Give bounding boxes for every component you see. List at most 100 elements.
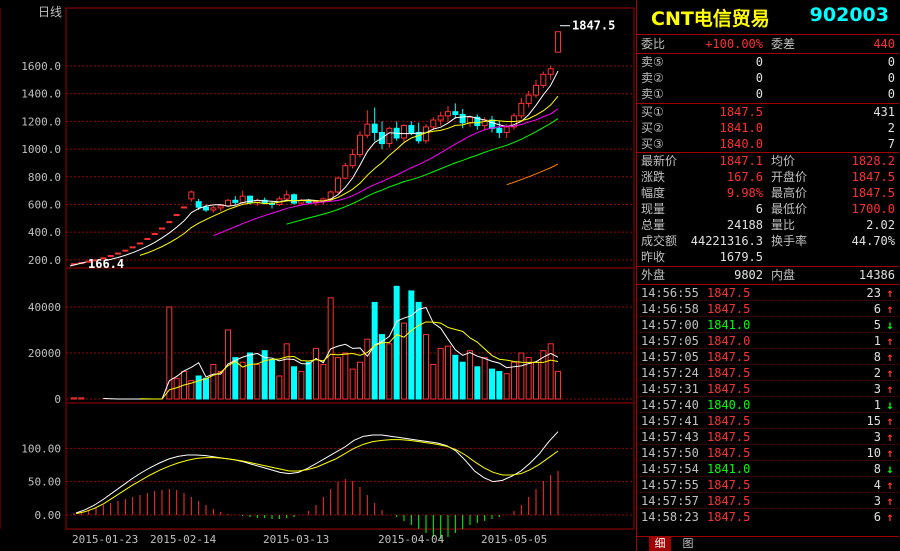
tick-price: 1841.0	[707, 462, 751, 476]
stock-code: 902003	[809, 4, 889, 26]
volume-bar	[283, 343, 290, 400]
tick-row[interactable]: 14:57:57 1847.5 3 ↑	[637, 493, 899, 509]
volume-bar	[437, 347, 444, 400]
sell-level-row: 卖⑤ 0 0	[637, 54, 899, 70]
candle-body	[349, 154, 356, 167]
tick-time: 14:56:55	[641, 286, 699, 300]
stock-title-bar: CNT电信贸易 902003	[637, 0, 900, 35]
stat-label-2: 最低价	[771, 202, 808, 216]
stat-label: 幅度	[641, 186, 666, 200]
arrow-up-icon: ↑	[886, 494, 894, 508]
volume-bar	[533, 361, 539, 400]
stat-value-2: 1847.5	[851, 170, 895, 184]
price-tick-label: 400.0	[28, 226, 61, 239]
tick-row[interactable]: 14:57:40 1840.0 1 ↓	[637, 397, 899, 413]
tick-row[interactable]: 14:57:31 1847.5 3 ↑	[637, 381, 899, 397]
stock-name: CNT电信贸易	[651, 8, 770, 30]
candle-body	[122, 249, 129, 252]
inner-value: 14386	[858, 268, 895, 282]
volume-bar	[357, 361, 363, 400]
candle-body	[342, 165, 349, 179]
stat-value: 1679.5	[719, 250, 763, 264]
weibi-value: +100.00%	[705, 37, 763, 51]
volume-bar	[555, 370, 561, 400]
sell-level-row: 卖① 0 0	[637, 86, 899, 102]
date-tick-label: 2015-04-04	[378, 533, 445, 546]
price-tick-label: 1200.0	[21, 115, 61, 128]
stat-label: 现量	[641, 202, 666, 216]
stat-label: 成交额	[641, 234, 678, 248]
volume-bar	[335, 357, 341, 400]
volume-bar	[408, 290, 415, 400]
weicha-value: 440	[873, 37, 895, 51]
stat-row: 总量 24188 量比 2.02	[637, 217, 899, 233]
tick-row[interactable]: 14:58:23 1847.5 6 ↑	[637, 509, 899, 525]
candle-body	[408, 125, 415, 133]
stat-row: 昨收 1679.5	[637, 249, 899, 265]
tick-row[interactable]: 14:57:00 1841.0 5 ↓	[637, 317, 899, 333]
tab-chart[interactable]: 图	[677, 537, 699, 551]
stat-label-2: 均价	[771, 154, 796, 168]
candle-body	[386, 127, 393, 145]
stat-row: 幅度 9.98% 最高价 1847.5	[637, 185, 899, 201]
volume-bar	[291, 366, 297, 400]
volume-bar	[401, 322, 407, 400]
buy-volume: 431	[873, 105, 895, 119]
tick-row[interactable]: 14:57:41 1847.5 15 ↑	[637, 413, 899, 429]
tick-time: 14:57:57	[641, 494, 699, 508]
tick-row[interactable]: 14:56:55 1847.5 23 ↑	[637, 285, 899, 301]
tick-row[interactable]: 14:57:50 1847.5 10 ↑	[637, 445, 899, 461]
tick-qty: 5	[873, 318, 881, 332]
weibi-label: 委比	[641, 37, 666, 51]
volume-bar	[254, 364, 261, 400]
stat-value: 1847.1	[719, 154, 763, 168]
tick-qty: 1	[873, 398, 881, 412]
date-tick-label: 2015-01-23	[72, 533, 138, 546]
buy-level-row: 买① 1847.5 431	[637, 104, 899, 120]
arrow-up-icon: ↑	[886, 350, 894, 364]
tick-row[interactable]: 14:57:55 1847.5 4 ↑	[637, 477, 899, 493]
outer-value: 9802	[734, 268, 763, 282]
volume-bar	[371, 301, 378, 400]
volume-bar	[445, 345, 451, 400]
tick-row[interactable]: 14:57:54 1841.0 8 ↓	[637, 461, 899, 477]
stat-value-2: 44.70%	[851, 234, 895, 248]
price-tick-label: 200.0	[28, 254, 61, 267]
candle-body	[188, 191, 195, 200]
sell-volume: 0	[887, 55, 895, 69]
volume-bar	[247, 352, 253, 400]
tick-price: 1847.5	[707, 366, 751, 380]
volume-bar	[269, 359, 275, 400]
tick-row[interactable]: 14:57:05 1847.5 8 ↑	[637, 349, 899, 365]
tick-row[interactable]: 14:57:43 1847.5 3 ↑	[637, 429, 899, 445]
stat-value-2: 1700.0	[851, 202, 895, 216]
candle-body	[239, 195, 246, 203]
tick-qty: 10	[866, 446, 881, 460]
volume-bar	[474, 366, 481, 400]
tick-time: 14:58:23	[641, 510, 699, 524]
candle-body	[503, 126, 510, 133]
tick-price: 1847.0	[707, 334, 751, 348]
tick-row[interactable]: 14:56:58 1847.5 6 ↑	[637, 301, 899, 317]
buy-level-label: 买②	[641, 121, 664, 135]
candle-body	[181, 206, 187, 209]
tick-row[interactable]: 14:57:24 1847.5 2 ↑	[637, 365, 899, 381]
low-price-label: 166.4	[88, 257, 124, 271]
tick-time: 14:57:43	[641, 430, 699, 444]
stat-value: 6	[755, 202, 763, 216]
kline-chart[interactable]: 日线 1600.0 1400.0 1200.0 1000.0 800.0 600.0 400.…	[0, 0, 636, 551]
stat-value-2: 2.02	[866, 218, 895, 232]
panel-tabs: 细 图	[637, 536, 899, 551]
volume-tick-label: 40000	[28, 301, 61, 314]
volume-bar	[78, 397, 85, 400]
candle-body	[452, 111, 459, 115]
sell-price: 0	[755, 87, 763, 101]
candle-body	[173, 214, 180, 217]
tab-detail[interactable]: 细	[649, 537, 671, 551]
tick-row[interactable]: 14:57:05 1847.0 1 ↑	[637, 333, 899, 349]
stat-label-2: 开盘价	[771, 170, 808, 184]
last-price-label: 1847.5	[572, 19, 615, 33]
arrow-up-icon: ↑	[886, 414, 894, 428]
buy-level-label: 买①	[641, 105, 664, 119]
candle-body	[129, 246, 136, 249]
